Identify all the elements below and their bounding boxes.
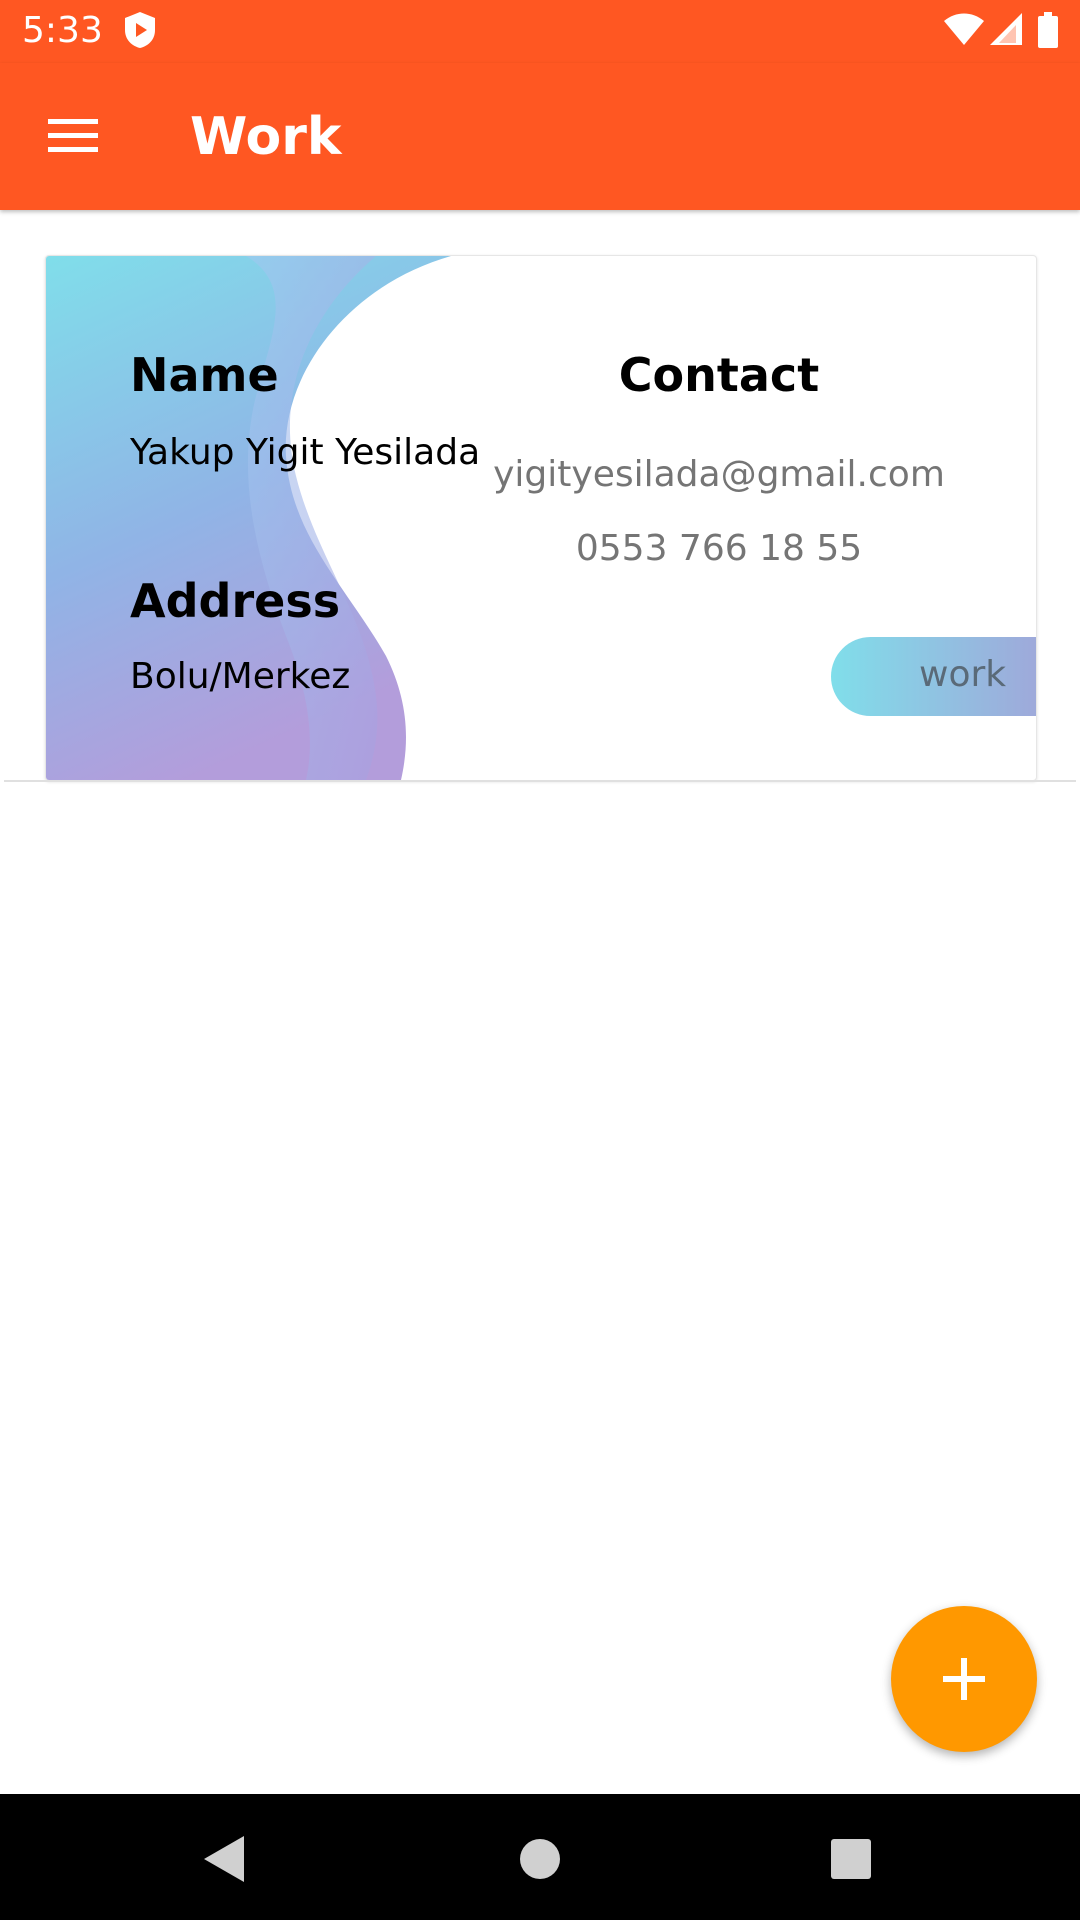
app-bar: Work — [0, 63, 1080, 210]
battery-icon — [1038, 12, 1058, 53]
hamburger-menu-icon — [48, 119, 98, 152]
home-button[interactable] — [505, 1824, 575, 1894]
email-value[interactable]: yigityesilada@gmail.com — [474, 454, 964, 495]
cellular-signal-icon — [990, 13, 1022, 52]
list-divider — [4, 780, 1076, 782]
page-title: Work — [190, 107, 342, 167]
contact-card[interactable]: Name Yakup Yigit Yesilada Address Bolu/M… — [45, 255, 1037, 781]
phone-value[interactable]: 0553 766 18 55 — [474, 528, 964, 569]
contact-heading: Contact — [618, 348, 820, 402]
address-value: Bolu/Merkez — [130, 656, 351, 697]
status-time: 5:33 — [22, 10, 103, 51]
recents-button[interactable] — [816, 1824, 886, 1894]
add-contact-button[interactable] — [891, 1606, 1037, 1752]
back-triangle-icon — [204, 1836, 244, 1882]
plus-icon — [943, 1658, 985, 1700]
menu-button[interactable] — [24, 95, 120, 175]
navigation-bar — [0, 1794, 1080, 1920]
shield-play-icon — [122, 10, 158, 55]
wifi-icon — [944, 13, 984, 52]
back-button[interactable] — [190, 1824, 260, 1894]
category-tag-label: work — [919, 654, 1007, 695]
address-heading: Address — [130, 574, 341, 628]
recents-square-icon — [831, 1839, 871, 1879]
name-value: Yakup Yigit Yesilada — [130, 432, 481, 473]
name-heading: Name — [130, 348, 279, 402]
status-bar: 5:33 — [0, 0, 1080, 63]
home-circle-icon — [520, 1839, 560, 1879]
